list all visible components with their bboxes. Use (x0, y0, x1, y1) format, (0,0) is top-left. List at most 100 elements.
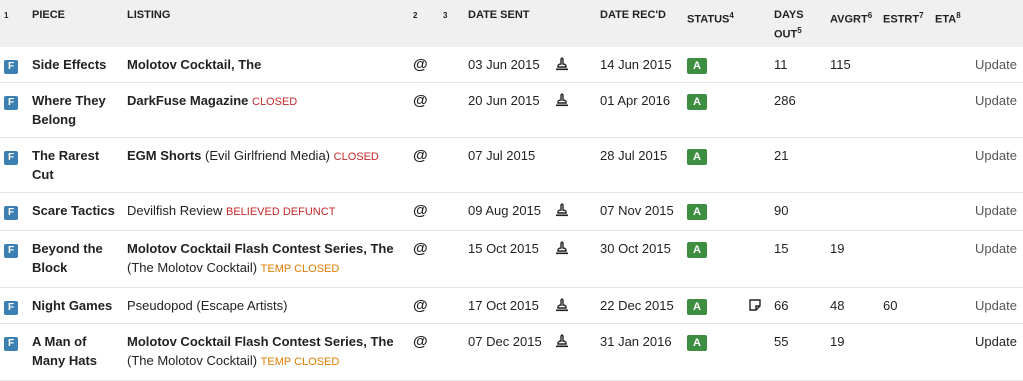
avgrt: 48 (830, 298, 845, 313)
header-col-1: 1 (4, 11, 9, 20)
email-method-icon: @ (413, 147, 428, 164)
market-link[interactable]: Molotov Cocktail Flash Contest Series, T… (127, 334, 394, 349)
update-link[interactable]: Update (971, 324, 1023, 381)
table-row: F Where They Belong DarkFuse Magazine CLOS… (0, 83, 1023, 138)
market-link[interactable]: Molotov Cocktail, The (127, 57, 261, 72)
type-cell: F (0, 288, 28, 324)
piece-title[interactable]: Night Games (28, 288, 123, 324)
table-row: F The Rarest Cut EGM Shorts (Evil Girlfrie… (0, 138, 1023, 193)
blank-cell (439, 83, 464, 138)
days-out: 66 (774, 298, 789, 313)
market-publisher: (The Molotov Cocktail) (127, 353, 258, 368)
status-cell: A (683, 324, 743, 381)
note-cell (743, 288, 770, 324)
piece-title[interactable]: Side Effects (28, 47, 123, 83)
eta (931, 47, 971, 83)
avgrt (826, 193, 879, 231)
listing-cell: Molotov Cocktail Flash Contest Series, T… (123, 231, 409, 288)
listing-cell: Molotov Cocktail, The (123, 47, 409, 83)
header-days-out[interactable]: DAYS OUT5 (770, 0, 826, 47)
market-link[interactable]: DarkFuse Magazine (127, 93, 248, 108)
note-cell (743, 138, 770, 193)
header-estrt[interactable]: ESTRT7 (879, 0, 931, 47)
update-link[interactable]: Update (971, 47, 1023, 83)
date-sent: 17 Oct 2015 (468, 298, 539, 313)
header-eta[interactable]: ETA8 (931, 0, 971, 47)
piece-title[interactable]: Beyond the Block (28, 231, 123, 288)
table-row: F A Man of Many Hats Molotov Cocktail Flas… (0, 324, 1023, 381)
days-out: 90 (774, 203, 789, 218)
update-link[interactable]: Update (971, 288, 1023, 324)
piece-title[interactable]: Where They Belong (28, 83, 123, 138)
status-badge: A (687, 242, 707, 258)
listing-cell: Molotov Cocktail Flash Contest Series, T… (123, 324, 409, 381)
market-link[interactable]: EGM Shorts (127, 148, 201, 163)
response-icon-cell (550, 193, 596, 231)
eta (931, 83, 971, 138)
header-piece[interactable]: PIECE (28, 0, 123, 47)
market-link[interactable]: Molotov Cocktail Flash Contest Series, T… (127, 241, 394, 256)
piece-title[interactable]: The Rarest Cut (28, 138, 123, 193)
listing-cell: EGM Shorts (Evil Girlfriend Media) CLOSE… (123, 138, 409, 193)
market-link[interactable]: Pseudopod (127, 298, 193, 313)
response-icon-cell (550, 47, 596, 83)
date-recd: 14 Jun 2015 (600, 57, 672, 72)
method-cell: @ (409, 138, 439, 193)
response-received-icon (554, 297, 592, 313)
response-received-icon (554, 202, 592, 218)
table-row: F Beyond the Block Molotov Cocktail Flash … (0, 231, 1023, 288)
type-cell: F (0, 324, 28, 381)
blank-cell (439, 138, 464, 193)
update-link[interactable]: Update (971, 193, 1023, 231)
blank-cell (439, 193, 464, 231)
fiction-type-badge: F (4, 96, 18, 110)
status-cell: A (683, 231, 743, 288)
header-date-recd[interactable]: DATE REC'D (596, 0, 683, 47)
estrt (879, 324, 931, 381)
estrt (879, 138, 931, 193)
date-sent: 15 Oct 2015 (468, 241, 539, 256)
eta (931, 231, 971, 288)
piece-title[interactable]: A Man of Many Hats (28, 324, 123, 381)
type-cell: F (0, 231, 28, 288)
date-recd: 30 Oct 2015 (600, 241, 671, 256)
header-listing[interactable]: LISTING (123, 0, 409, 47)
header-col-3: 3 (443, 11, 448, 20)
update-link[interactable]: Update (971, 83, 1023, 138)
method-cell: @ (409, 47, 439, 83)
date-recd: 22 Dec 2015 (600, 298, 674, 313)
header-avgrt[interactable]: AVGRT6 (826, 0, 879, 47)
header-spacer (550, 0, 596, 47)
days-out: 21 (774, 148, 789, 163)
table-row: F Side Effects Molotov Cocktail, The @03 Ju… (0, 47, 1023, 83)
status-cell: A (683, 83, 743, 138)
date-sent: 20 Jun 2015 (468, 93, 540, 108)
date-recd: 28 Jul 2015 (600, 148, 668, 163)
fiction-type-badge: F (4, 60, 18, 74)
fiction-type-badge: F (4, 337, 18, 351)
update-link[interactable]: Update (971, 138, 1023, 193)
status-badge: A (687, 94, 707, 110)
estrt (879, 231, 931, 288)
header-status[interactable]: STATUS4 (683, 0, 743, 47)
date-sent: 07 Jul 2015 (468, 148, 536, 163)
note-cell (743, 193, 770, 231)
status-cell: A (683, 193, 743, 231)
note-icon[interactable] (747, 297, 766, 313)
avgrt (826, 83, 879, 138)
listing-cell: Pseudopod (Escape Artists) (123, 288, 409, 324)
response-icon-cell (550, 288, 596, 324)
response-received-icon (554, 240, 592, 256)
avgrt: 115 (830, 57, 851, 72)
piece-title[interactable]: Scare Tactics (28, 193, 123, 231)
market-link[interactable]: Devilfish Review (127, 203, 222, 218)
method-cell: @ (409, 231, 439, 288)
status-cell: A (683, 138, 743, 193)
date-recd: 07 Nov 2015 (600, 203, 674, 218)
header-date-sent[interactable]: DATE SENT (464, 0, 550, 47)
method-cell: @ (409, 324, 439, 381)
status-cell: A (683, 47, 743, 83)
market-status-flag: CLOSED (252, 96, 298, 108)
estrt: 60 (883, 298, 898, 313)
update-link[interactable]: Update (971, 231, 1023, 288)
